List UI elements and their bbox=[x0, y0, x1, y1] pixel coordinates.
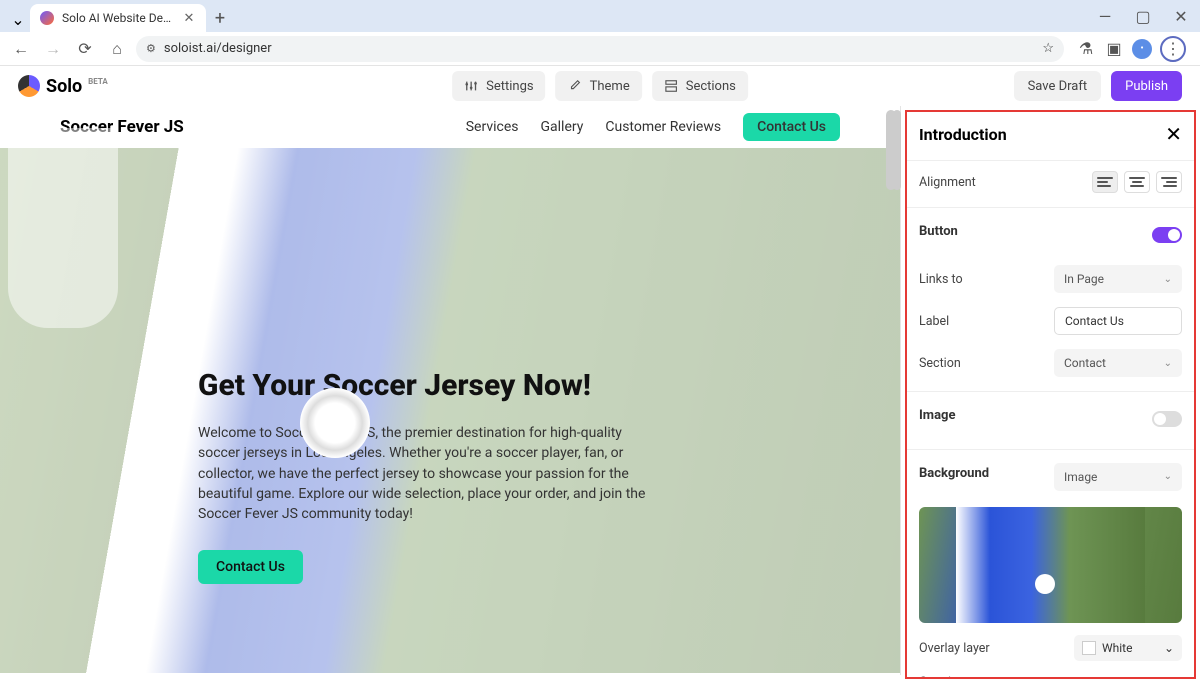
save-draft-button[interactable]: Save Draft bbox=[1014, 71, 1102, 101]
hero-body[interactable]: Welcome to Soccer Fever JS, the premier … bbox=[198, 423, 658, 524]
divider bbox=[907, 449, 1194, 450]
sections-button[interactable]: Sections bbox=[652, 71, 748, 101]
inspector-panel: Introduction ✕ Alignment Button Links to… bbox=[900, 106, 1200, 675]
reload-button[interactable]: ⟳ bbox=[72, 36, 98, 62]
section-select[interactable]: Contact ⌄ bbox=[1054, 349, 1182, 377]
hero-section[interactable]: Get Your Soccer Jersey Now! Welcome to S… bbox=[0, 148, 900, 673]
inspector-title: Introduction bbox=[919, 125, 1007, 144]
profile-icon[interactable]: • bbox=[1132, 39, 1152, 59]
divider bbox=[907, 391, 1194, 392]
sections-label: Sections bbox=[686, 79, 736, 94]
background-thumbnail[interactable] bbox=[919, 507, 1182, 623]
chevron-down-icon: ⌄ bbox=[1164, 641, 1174, 655]
maximize-icon[interactable]: ▢ bbox=[1124, 0, 1162, 32]
sliders-icon bbox=[464, 79, 478, 93]
links-to-value: In Page bbox=[1064, 272, 1104, 286]
links-to-select[interactable]: In Page ⌄ bbox=[1054, 265, 1182, 293]
logo-mark-icon bbox=[18, 75, 40, 97]
nav-gallery[interactable]: Gallery bbox=[541, 119, 584, 135]
reader-icon[interactable]: ▣ bbox=[1104, 39, 1124, 59]
browser-tab[interactable]: Solo AI Website Designer ✕ bbox=[30, 4, 206, 32]
close-icon[interactable]: ✕ bbox=[182, 11, 196, 25]
canvas[interactable]: Soccer Fever JS Services Gallery Custome… bbox=[0, 106, 900, 675]
label-input[interactable] bbox=[1054, 307, 1182, 335]
image-section-title: Image bbox=[919, 408, 955, 423]
divider bbox=[907, 160, 1194, 161]
logo-text: Solo bbox=[46, 76, 82, 97]
window-close-icon[interactable]: ✕ bbox=[1162, 0, 1200, 32]
background-value: Image bbox=[1064, 470, 1097, 484]
site-settings-icon[interactable]: ⚙ bbox=[146, 42, 156, 55]
theme-button[interactable]: Theme bbox=[556, 71, 642, 101]
overlay-label: Overlay layer bbox=[919, 641, 990, 656]
image-toggle[interactable] bbox=[1152, 411, 1182, 427]
home-button[interactable]: ⌂ bbox=[104, 36, 130, 62]
palette-icon bbox=[568, 79, 582, 93]
nav-reviews[interactable]: Customer Reviews bbox=[605, 119, 721, 135]
browser-tab-strip: ⌄ Solo AI Website Designer ✕ + — ▢ ✕ bbox=[0, 0, 1200, 32]
background-select[interactable]: Image ⌄ bbox=[1054, 463, 1182, 491]
sections-icon bbox=[664, 79, 678, 93]
color-swatch-icon bbox=[1082, 641, 1096, 655]
tab-title: Solo AI Website Designer bbox=[62, 11, 174, 25]
button-toggle[interactable] bbox=[1152, 227, 1182, 243]
opacity-label: Opacity bbox=[919, 675, 961, 679]
button-section-title: Button bbox=[919, 224, 958, 239]
section-value: Contact bbox=[1064, 356, 1106, 370]
star-icon[interactable]: ☆ bbox=[1042, 41, 1054, 56]
divider bbox=[907, 207, 1194, 208]
favicon-icon bbox=[40, 11, 54, 25]
settings-label: Settings bbox=[486, 79, 533, 94]
inspector-close-icon[interactable]: ✕ bbox=[1165, 122, 1182, 146]
new-tab-button[interactable]: + bbox=[206, 4, 234, 32]
beta-badge: BETA bbox=[88, 77, 108, 86]
app-toolbar: Solo BETA Settings Theme Sections Save D… bbox=[0, 66, 1200, 106]
nav-contact-button[interactable]: Contact Us bbox=[743, 113, 840, 141]
align-right-button[interactable] bbox=[1156, 171, 1182, 193]
overlay-value: White bbox=[1102, 641, 1132, 655]
site-header: Soccer Fever JS Services Gallery Custome… bbox=[0, 106, 900, 148]
url-field[interactable]: ⚙ soloist.ai/designer ☆ bbox=[136, 36, 1064, 62]
links-to-label: Links to bbox=[919, 272, 963, 287]
chevron-down-icon: ⌄ bbox=[1164, 471, 1172, 482]
settings-button[interactable]: Settings bbox=[452, 71, 545, 101]
app-logo[interactable]: Solo BETA bbox=[18, 75, 108, 97]
align-left-button[interactable] bbox=[1092, 171, 1118, 193]
chevron-down-icon: ⌄ bbox=[1164, 274, 1172, 285]
section-label: Section bbox=[919, 356, 961, 371]
address-bar: ← → ⟳ ⌂ ⚙ soloist.ai/designer ☆ ⚗ ▣ • ⋮ bbox=[0, 32, 1200, 66]
url-text: soloist.ai/designer bbox=[164, 41, 1034, 56]
label-label: Label bbox=[919, 314, 949, 329]
tab-search-dropdown[interactable]: ⌄ bbox=[6, 6, 30, 32]
background-section-title: Background bbox=[919, 466, 989, 481]
align-center-button[interactable] bbox=[1124, 171, 1150, 193]
chevron-down-icon: ⌄ bbox=[1164, 358, 1172, 369]
hero-heading[interactable]: Get Your Soccer Jersey Now! bbox=[198, 368, 900, 403]
overlay-select[interactable]: White ⌄ bbox=[1074, 635, 1182, 661]
alignment-label: Alignment bbox=[919, 175, 976, 190]
labs-icon[interactable]: ⚗ bbox=[1076, 39, 1096, 59]
hero-cta-button[interactable]: Contact Us bbox=[198, 550, 303, 584]
nav-services[interactable]: Services bbox=[466, 119, 519, 135]
inspector-scrollbar[interactable] bbox=[893, 110, 901, 190]
back-button[interactable]: ← bbox=[8, 36, 34, 62]
minimize-icon[interactable]: — bbox=[1086, 0, 1124, 32]
theme-label: Theme bbox=[590, 79, 630, 94]
publish-button[interactable]: Publish bbox=[1111, 71, 1182, 101]
forward-button[interactable]: → bbox=[40, 36, 66, 62]
browser-menu-icon[interactable]: ⋮ bbox=[1160, 36, 1186, 62]
